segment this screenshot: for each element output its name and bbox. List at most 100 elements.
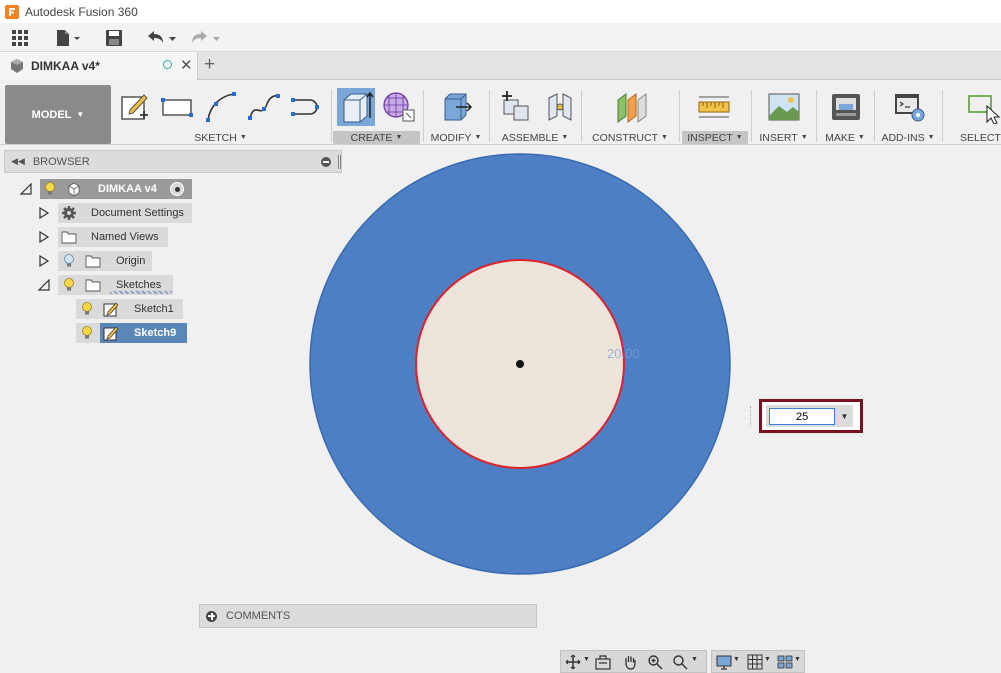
look-at-icon[interactable] — [595, 654, 611, 670]
tree-node-named-views[interactable]: Named Views — [58, 227, 168, 247]
ribbon-divider — [816, 90, 817, 142]
rectangle-icon[interactable] — [160, 90, 194, 124]
zoom-window-icon[interactable] — [672, 654, 688, 670]
sketch-group-label: SKETCH — [194, 131, 237, 144]
3d-print-icon[interactable] — [829, 90, 863, 124]
save-icon — [106, 30, 122, 46]
press-pull-icon[interactable] — [440, 90, 474, 124]
dimension-value-input[interactable] — [769, 408, 835, 425]
chevron-down-icon[interactable]: ▼ — [764, 656, 771, 663]
loading-stripes — [110, 291, 172, 294]
tree-node-sketch9[interactable]: Sketch9 — [100, 323, 187, 343]
chevron-down-icon: ▼ — [857, 134, 865, 141]
arc-icon[interactable] — [204, 90, 238, 124]
select-group-menu[interactable]: SELECT — [952, 131, 1001, 144]
title-bar: Autodesk Fusion 360 — [0, 0, 1001, 23]
browser-panel-header: ◀◀ BROWSER — [4, 150, 342, 173]
display-settings-icon[interactable] — [716, 654, 732, 670]
grid-snap-icon[interactable] — [747, 654, 763, 670]
dimension-input-highlight: ▼ — [759, 399, 863, 433]
select-icon[interactable] — [967, 90, 1001, 124]
insert-group-label: INSERT — [759, 131, 798, 144]
quick-access-toolbar — [0, 23, 1001, 52]
inspect-group-label: INSPECT — [687, 131, 733, 144]
lightbulb-icon[interactable] — [44, 182, 56, 196]
assemble-group-menu[interactable]: ASSEMBLE ▼ — [492, 131, 578, 144]
chevron-down-icon[interactable]: ▼ — [733, 656, 740, 663]
collapsed-triangle-icon[interactable] — [38, 231, 50, 243]
viewports-icon[interactable] — [777, 654, 793, 670]
chevron-down-icon[interactable]: ▼ — [838, 408, 851, 425]
folder-icon — [61, 231, 77, 244]
add-comment-icon[interactable] — [206, 610, 217, 622]
modify-group-menu[interactable]: MODIFY ▼ — [426, 131, 486, 144]
make-group-menu[interactable]: MAKE ▼ — [819, 131, 871, 144]
panel-grip-icon[interactable] — [338, 155, 341, 169]
collapsed-triangle-icon[interactable] — [38, 255, 50, 267]
create-group-menu[interactable]: CREATE ▼ — [333, 131, 420, 144]
chevron-down-icon[interactable]: ▼ — [583, 656, 590, 663]
inspect-group-menu[interactable]: INSPECT ▼ — [682, 131, 748, 144]
component-icon — [11, 59, 23, 73]
redo-icon — [192, 31, 220, 43]
data-panel-button[interactable] — [11, 27, 29, 49]
scripts-addins-icon[interactable] — [893, 90, 927, 124]
lightbulb-icon[interactable] — [81, 326, 93, 340]
sketch-group-menu[interactable]: SKETCH ▼ — [112, 131, 329, 144]
extrude-icon[interactable] — [337, 88, 375, 126]
chevron-down-icon: ▼ — [239, 134, 247, 141]
tree-node-sketch1[interactable]: Sketch1 — [76, 299, 183, 319]
activate-radio-icon[interactable] — [170, 182, 184, 196]
minimize-icon[interactable] — [321, 157, 331, 167]
joint-icon[interactable] — [543, 90, 577, 124]
undo-icon — [148, 31, 176, 43]
save-button[interactable] — [105, 27, 123, 49]
insert-group-menu[interactable]: INSERT ▼ — [754, 131, 813, 144]
close-tab-icon[interactable]: ✕ — [180, 56, 193, 74]
collapsed-triangle-icon[interactable] — [38, 207, 50, 219]
tree-node-origin[interactable]: Origin — [58, 251, 152, 271]
ribbon-divider — [423, 90, 424, 142]
spline-icon[interactable] — [247, 90, 281, 124]
chevron-down-icon: ▼ — [395, 134, 403, 141]
lightbulb-icon[interactable] — [63, 278, 75, 292]
grid-icon — [12, 30, 28, 46]
ribbon-divider — [679, 90, 680, 142]
tree-node-label: Sketch1 — [134, 303, 174, 315]
slot-icon[interactable] — [290, 90, 324, 124]
new-component-icon[interactable] — [500, 90, 534, 124]
tree-node-sketches[interactable]: Sketches — [58, 275, 173, 295]
orbit-icon[interactable] — [565, 654, 581, 670]
ribbon-divider — [942, 90, 943, 142]
create-sketch-icon[interactable] — [118, 90, 152, 124]
file-menu-button[interactable] — [55, 27, 81, 49]
document-tab[interactable]: DIMKAA v4* ✕ — [0, 52, 198, 80]
chevron-down-icon[interactable]: ▼ — [794, 656, 801, 663]
pan-hand-icon[interactable] — [622, 654, 638, 670]
measure-icon[interactable] — [697, 90, 731, 124]
chevron-down-icon[interactable]: ▼ — [691, 656, 698, 663]
lightbulb-icon[interactable] — [81, 302, 93, 316]
insert-image-icon[interactable] — [767, 90, 801, 124]
tree-root-node[interactable]: DIMKAA v4 — [40, 179, 192, 199]
chevron-down-icon: ▼ — [76, 110, 85, 119]
expanded-triangle-icon[interactable] — [38, 279, 50, 291]
collapse-panel-icon[interactable]: ◀◀ — [11, 156, 25, 167]
dimension-input-grip[interactable] — [750, 406, 754, 426]
redo-button[interactable] — [190, 27, 224, 49]
undo-button[interactable] — [145, 27, 179, 49]
construct-group-menu[interactable]: CONSTRUCT ▼ — [584, 131, 676, 144]
workspace-switcher[interactable]: MODEL ▼ — [5, 85, 111, 144]
addins-group-menu[interactable]: ADD-INS ▼ — [877, 131, 939, 144]
center-point[interactable] — [516, 360, 524, 368]
chevron-down-icon: ▼ — [561, 134, 569, 141]
lightbulb-off-icon[interactable] — [63, 254, 75, 268]
zoom-icon[interactable] — [647, 654, 663, 670]
offset-plane-icon[interactable] — [614, 90, 648, 124]
tree-node-document-settings[interactable]: Document Settings — [58, 203, 192, 223]
gear-icon — [62, 206, 76, 220]
form-icon[interactable] — [381, 90, 415, 124]
new-tab-button[interactable]: + — [204, 54, 215, 76]
comments-panel[interactable]: COMMENTS — [199, 604, 537, 628]
expanded-triangle-icon[interactable] — [20, 183, 32, 195]
